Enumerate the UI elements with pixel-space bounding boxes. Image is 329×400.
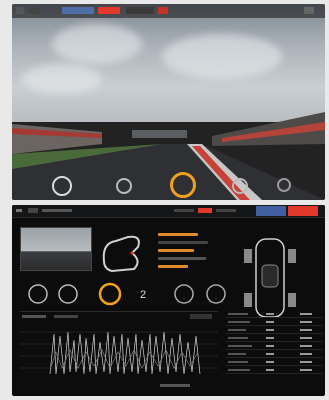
table-row (226, 327, 322, 334)
onboard-camera-view (12, 4, 325, 200)
throttle-gauge (277, 178, 291, 192)
live-badge[interactable] (198, 208, 212, 213)
table-row (226, 359, 322, 366)
table-row (226, 343, 322, 350)
rpm-dial-icon (98, 282, 122, 306)
lap-label (174, 209, 194, 212)
car-position-marker (130, 251, 134, 255)
table-row (226, 335, 322, 342)
track-scene (12, 112, 325, 200)
speed-dial-icon (28, 284, 48, 304)
gear-gauge (116, 178, 132, 194)
logo-icon (28, 7, 40, 14)
video-thumbnail[interactable] (20, 227, 92, 271)
info-tab[interactable] (126, 7, 154, 14)
timeline-scrubber[interactable] (160, 384, 190, 387)
menu-icon[interactable] (16, 209, 22, 212)
graph-legend (54, 315, 78, 318)
sector-bar (158, 257, 206, 260)
menu-icon[interactable] (16, 7, 24, 14)
sector-bar (158, 233, 198, 236)
brake-dial-icon (58, 284, 78, 304)
wheel-front-right-icon (288, 249, 296, 263)
graph-legend (22, 315, 46, 318)
dashboard-header (12, 205, 325, 218)
wheel-front-left-icon (244, 249, 252, 263)
wheel-rear-left-icon (244, 293, 252, 307)
data-table (226, 309, 322, 391)
time-label (216, 209, 236, 212)
brake-gauge (232, 178, 248, 194)
hud-top-bar (12, 4, 325, 18)
rpm-gauge (170, 172, 196, 198)
gear-indicator-icon: 2 (140, 289, 146, 301)
view-tab[interactable] (62, 7, 94, 14)
session-label (42, 209, 72, 212)
fullscreen-icon[interactable] (304, 7, 314, 14)
wheel-rear-right-icon (288, 293, 296, 307)
steering-icon (174, 284, 194, 304)
sector-bar (158, 265, 188, 268)
wheel-icon (206, 284, 226, 304)
table-row (226, 319, 322, 326)
table-row (226, 367, 322, 374)
telemetry-dashboard: 2 (12, 205, 325, 396)
gauge-row: 2 (28, 282, 226, 306)
record-indicator-icon (158, 7, 168, 14)
graph-filter-button[interactable] (190, 314, 212, 319)
live-tab[interactable] (98, 7, 120, 14)
speed-gauge (52, 176, 72, 196)
sector-bar (158, 249, 194, 252)
sector-bar (158, 241, 208, 244)
telemetry-graph (20, 311, 218, 388)
tab-analysis[interactable] (256, 206, 286, 216)
table-row (226, 351, 322, 358)
table-row (226, 311, 322, 318)
tab-live[interactable] (288, 206, 318, 216)
track-map (102, 235, 140, 273)
logo-icon (28, 208, 38, 213)
